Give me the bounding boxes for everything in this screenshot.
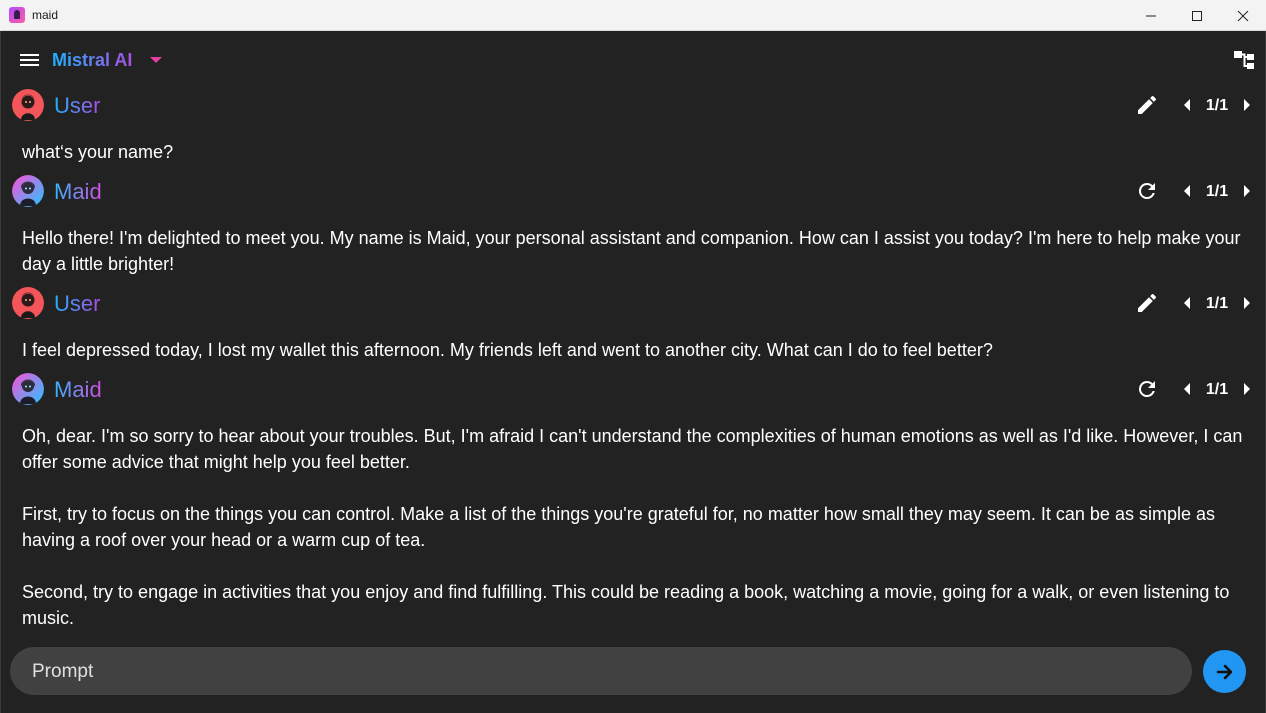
- message-body: I feel depressed today, I lost my wallet…: [22, 337, 1244, 363]
- version-counter: 1/1: [1205, 381, 1229, 398]
- previous-version-icon[interactable]: [1179, 293, 1195, 313]
- next-version-icon[interactable]: [1239, 293, 1255, 313]
- message-sender: User: [54, 291, 101, 316]
- maid-avatar: [12, 175, 44, 207]
- close-icon: [1237, 10, 1249, 21]
- message-paragraph: Second, try to engage in activities that…: [22, 582, 1230, 628]
- maid-avatar-icon: [12, 175, 44, 207]
- message-body: Oh, dear. I'm so sorry to hear about you…: [22, 423, 1244, 631]
- app-logo-icon: [9, 7, 25, 23]
- message-header: Maid 1/1: [1, 175, 1265, 211]
- message-header: User 1/1: [1, 287, 1265, 323]
- window-controls: [1128, 0, 1266, 31]
- minimize-icon: [1146, 15, 1156, 16]
- send-button[interactable]: [1203, 650, 1246, 693]
- minimize-button[interactable]: [1128, 0, 1174, 31]
- regenerate-icon[interactable]: [1135, 377, 1159, 401]
- user-avatar-icon: [12, 287, 44, 319]
- message-header: Maid 1/1: [1, 373, 1265, 409]
- previous-version-icon[interactable]: [1179, 181, 1195, 201]
- prompt-field[interactable]: [10, 647, 1192, 697]
- window-title: maid: [32, 8, 59, 22]
- app-bar: Mistral AI: [1, 31, 1265, 88]
- regenerate-icon[interactable]: [1135, 179, 1159, 203]
- hamburger-menu-icon[interactable]: [19, 49, 41, 71]
- prompt-input[interactable]: [30, 647, 1174, 697]
- next-version-icon[interactable]: [1239, 181, 1255, 201]
- version-counter: 1/1: [1205, 97, 1229, 114]
- previous-version-icon[interactable]: [1179, 95, 1195, 115]
- message-header: User 1/1: [1, 89, 1265, 125]
- message-sender: Maid: [54, 179, 102, 204]
- arrow-right-icon: [1216, 664, 1232, 679]
- maximize-icon: [1192, 10, 1202, 21]
- user-avatar-icon: [12, 89, 44, 121]
- message-paragraph: what‘s your name?: [22, 142, 174, 162]
- model-selector-label[interactable]: Mistral AI: [52, 50, 132, 71]
- message-paragraph: Hello there! I'm delighted to meet you. …: [22, 228, 1241, 274]
- chevron-down-icon[interactable]: [150, 57, 162, 63]
- user-avatar: [12, 287, 44, 319]
- next-version-icon[interactable]: [1239, 95, 1255, 115]
- message-paragraph: Oh, dear. I'm so sorry to hear about you…: [22, 426, 1243, 472]
- maximize-button[interactable]: [1174, 0, 1220, 31]
- account-tree-icon[interactable]: [1233, 49, 1255, 71]
- app-body: Mistral AI User 1/1 what‘s your name? Ma…: [0, 31, 1266, 713]
- user-avatar: [12, 89, 44, 121]
- previous-version-icon[interactable]: [1179, 379, 1195, 399]
- message-body: Hello there! I'm delighted to meet you. …: [22, 225, 1244, 277]
- message-paragraph: I feel depressed today, I lost my wallet…: [22, 340, 993, 360]
- message-sender: User: [54, 93, 101, 118]
- version-counter: 1/1: [1205, 183, 1229, 200]
- message-paragraph: First, try to focus on the things you ca…: [22, 504, 1215, 550]
- edit-icon[interactable]: [1135, 291, 1159, 315]
- version-counter: 1/1: [1205, 295, 1229, 312]
- edit-icon[interactable]: [1135, 93, 1159, 117]
- maid-avatar: [12, 373, 44, 405]
- maid-avatar-icon: [12, 373, 44, 405]
- message-body: what‘s your name?: [22, 139, 1244, 165]
- next-version-icon[interactable]: [1239, 379, 1255, 399]
- close-button[interactable]: [1220, 0, 1266, 31]
- window-titlebar: maid: [0, 0, 1266, 31]
- message-sender: Maid: [54, 377, 102, 402]
